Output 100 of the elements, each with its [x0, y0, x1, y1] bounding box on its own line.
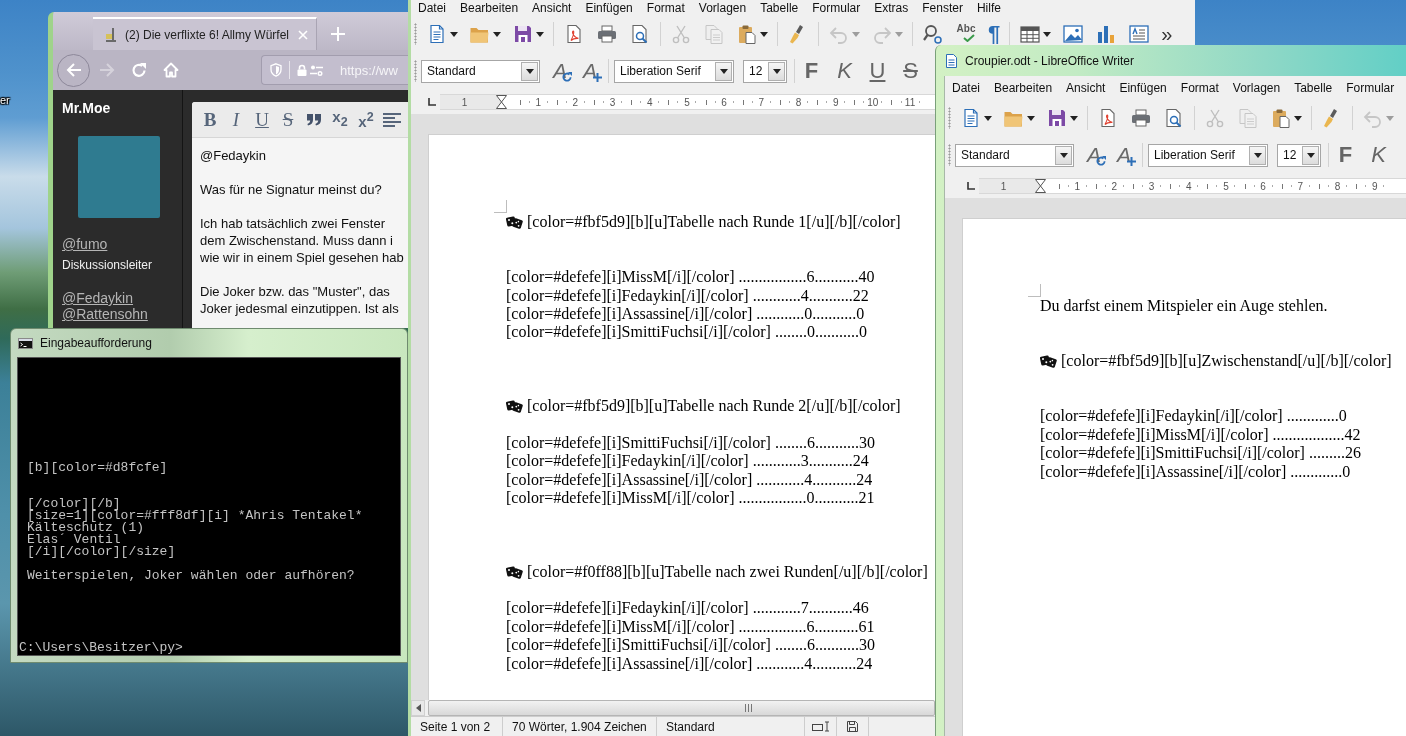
- bold-button[interactable]: F: [804, 59, 819, 83]
- spellcheck-button[interactable]: Abc: [955, 23, 977, 45]
- bold-button[interactable]: F: [1338, 143, 1353, 167]
- caret-down-icon[interactable]: [450, 31, 458, 37]
- strikethrough-button[interactable]: S: [282, 109, 294, 130]
- align-left-icon[interactable]: [383, 112, 401, 127]
- menu-item[interactable]: Datei: [952, 81, 980, 95]
- caret-down-icon[interactable]: [760, 31, 768, 37]
- selection-mode-icon[interactable]: [811, 721, 830, 732]
- scrollbar-thumb[interactable]: [428, 700, 935, 716]
- italic-button[interactable]: I: [232, 109, 240, 130]
- menu-item[interactable]: Format: [1180, 81, 1219, 95]
- update-style-button[interactable]: A: [1081, 143, 1107, 167]
- menu-item[interactable]: Extras: [874, 1, 909, 15]
- scroll-left-button[interactable]: [411, 700, 425, 716]
- dropdown-button[interactable]: [521, 61, 538, 81]
- superscript-button[interactable]: x$^{2}$: [358, 107, 374, 132]
- browser-tab[interactable]: (2) Die verflixte 6! Allmy Würfel: [93, 17, 317, 50]
- caret-down-icon[interactable]: [493, 31, 501, 37]
- menu-item[interactable]: Fenster: [922, 1, 963, 15]
- menu-item[interactable]: Bearbeiten: [994, 81, 1053, 95]
- menu-item[interactable]: Vorlagen: [1232, 81, 1281, 95]
- dropdown-button[interactable]: [1055, 145, 1072, 165]
- new-style-button[interactable]: A: [577, 59, 603, 83]
- paragraph-style-field[interactable]: Standard: [955, 143, 1074, 167]
- save-status-icon[interactable]: [847, 721, 858, 732]
- magnifier-icon[interactable]: [922, 23, 944, 45]
- caret-down-icon: [772, 68, 781, 74]
- font-size-field[interactable]: 12: [1277, 143, 1321, 167]
- toolbar-grip-icon[interactable]: [414, 60, 417, 82]
- caret-down-icon[interactable]: [536, 31, 544, 37]
- clipboard-icon[interactable]: [1270, 107, 1292, 129]
- ruler-number: 6: [1260, 180, 1266, 192]
- formatting-marks-button[interactable]: ¶: [988, 23, 1001, 45]
- dropdown-button[interactable]: [1302, 145, 1319, 165]
- update-style-button[interactable]: A: [547, 59, 573, 83]
- image-icon[interactable]: [1062, 23, 1085, 45]
- menu-item[interactable]: Einfügen: [1119, 81, 1167, 95]
- font-name-field[interactable]: Liberation Serif: [614, 59, 734, 83]
- tab-type-icon[interactable]: [967, 182, 975, 190]
- document-line: [color=#defefe][i]Assassine[/i][/color] ............4...........24: [506, 654, 873, 674]
- user-link[interactable]: @fumo: [62, 236, 108, 252]
- menu-item[interactable]: Tabelle: [1294, 81, 1333, 95]
- clipboard-icon[interactable]: [736, 23, 758, 45]
- dropdown-button[interactable]: [768, 61, 785, 81]
- caret-down-icon[interactable]: [1070, 115, 1078, 121]
- dropdown-button[interactable]: [1249, 145, 1266, 165]
- menu-item[interactable]: Formular: [1346, 81, 1395, 95]
- sliders-icon[interactable]: [310, 64, 323, 76]
- underline-button[interactable]: U: [255, 109, 269, 130]
- tab-type-icon[interactable]: [428, 98, 436, 106]
- italic-button[interactable]: K: [1371, 143, 1386, 167]
- more-tools-button[interactable]: »: [1161, 23, 1173, 45]
- underline-button[interactable]: U: [869, 59, 886, 83]
- menu-item[interactable]: Vorlagen: [698, 1, 747, 15]
- table-grid-icon[interactable]: [1019, 23, 1042, 45]
- caret-down-icon[interactable]: [1294, 115, 1302, 121]
- post-paragraph: Die Joker bzw. das "Muster", das Joker jedesmal einzutippen. Ist als: [200, 283, 399, 317]
- document-line: [color=#defefe][i]SmittiFuchsi[/i][/color] .........26: [1040, 444, 1361, 463]
- strikethrough-button[interactable]: S: [903, 59, 918, 83]
- menu-item[interactable]: Einfügen: [585, 1, 633, 15]
- toolbar-grip-icon[interactable]: [948, 107, 951, 129]
- menu-item[interactable]: Formular: [812, 1, 861, 15]
- menu-item[interactable]: Hilfe: [976, 1, 1001, 15]
- new-style-button[interactable]: A: [1111, 143, 1137, 167]
- italic-button[interactable]: K: [837, 59, 852, 83]
- menu-item[interactable]: Format: [646, 1, 685, 15]
- document-line: [color=#defefe][i]Fedaykin[/i][/color] ............7...........46: [506, 599, 869, 618]
- menu-item[interactable]: Ansicht: [1066, 81, 1106, 95]
- menu-item[interactable]: Datei: [418, 1, 446, 15]
- user-link[interactable]: @Fedaykin: [62, 290, 134, 306]
- indent-marker-icon[interactable]: [495, 95, 507, 109]
- font-size-field[interactable]: 12: [743, 59, 787, 83]
- document-line: [color=#defefe][i]Assassine[/i][/color] ............4...........24: [506, 470, 873, 490]
- menu-item[interactable]: Bearbeiten: [460, 1, 519, 15]
- caret-down-icon[interactable]: [1043, 31, 1052, 37]
- window-title: Eingabeaufforderung: [40, 336, 152, 350]
- dropdown-button[interactable]: [715, 61, 732, 81]
- text-box-icon[interactable]: [1128, 23, 1151, 45]
- document-line: [color=#defefe][i]Fedaykin[/i][/color] ............4...........22: [506, 286, 869, 305]
- document-page[interactable]: [428, 134, 935, 700]
- font-name-field[interactable]: Liberation Serif: [1148, 143, 1268, 167]
- menu-item[interactable]: Tabelle: [760, 1, 799, 15]
- bold-button[interactable]: B: [203, 109, 217, 130]
- printer-icon[interactable]: [596, 23, 618, 45]
- printer-icon[interactable]: [1130, 107, 1152, 129]
- toolbar-grip-icon[interactable]: [414, 23, 417, 45]
- caret-down-icon[interactable]: [984, 115, 992, 121]
- post-editor[interactable]: [192, 102, 408, 328]
- indent-marker-icon[interactable]: [1034, 179, 1046, 193]
- ruler-number: 5: [684, 96, 690, 108]
- user-link[interactable]: @Rattensohn: [62, 306, 148, 322]
- toolbar-grip-icon[interactable]: [948, 144, 951, 166]
- paragraph-style-field[interactable]: Standard: [421, 59, 540, 83]
- subscript-button[interactable]: x$_{2}$: [332, 107, 348, 132]
- dice-icon: [506, 399, 523, 414]
- console-icon: [18, 337, 33, 349]
- caret-down-icon[interactable]: [1027, 115, 1035, 121]
- menu-item[interactable]: Ansicht: [532, 1, 572, 15]
- quote-icon[interactable]: [306, 113, 322, 126]
